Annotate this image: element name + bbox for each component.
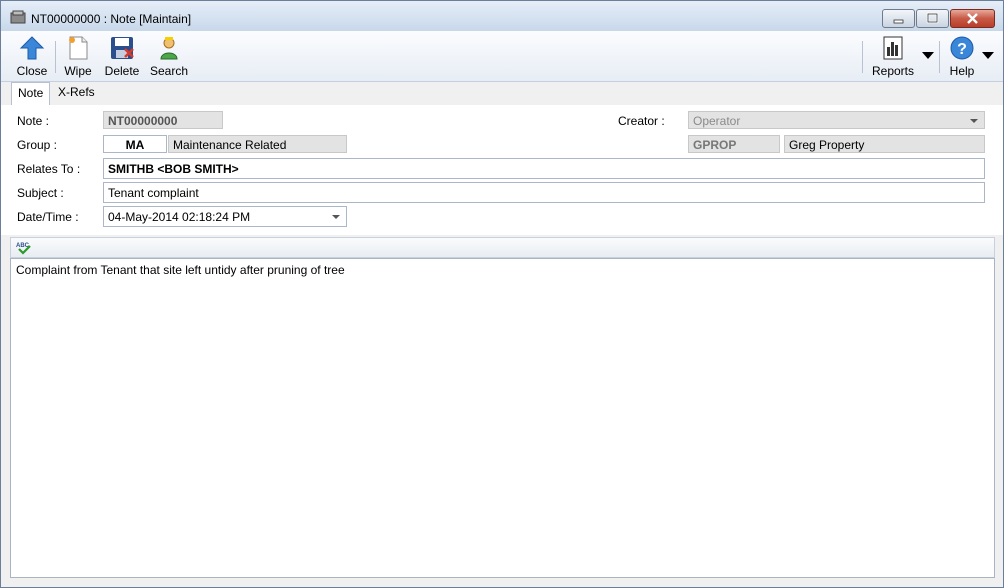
note-text-area[interactable]: Complaint from Tenant that site left unt…: [10, 258, 995, 578]
window-controls: [881, 9, 995, 28]
help-button-label: Help: [949, 64, 975, 78]
datetime-value: 04-May-2014 02:18:24 PM: [108, 210, 251, 224]
reports-button-label: Reports: [871, 64, 915, 78]
note-text: Complaint from Tenant that site left unt…: [16, 263, 345, 277]
datetime-picker[interactable]: 04-May-2014 02:18:24 PM: [103, 206, 347, 227]
toolbar-separator: [55, 41, 56, 73]
search-button[interactable]: Search: [149, 33, 189, 79]
report-icon: [883, 36, 903, 60]
help-button[interactable]: ? Help: [947, 33, 977, 79]
note-form: Note : NT00000000 Creator : Operator Gro…: [1, 105, 1003, 235]
restore-button[interactable]: [916, 9, 949, 28]
reports-button[interactable]: Reports: [869, 33, 917, 79]
creator-select[interactable]: Operator: [688, 111, 985, 129]
title-bar: NT00000000 : Note [Maintain]: [1, 1, 1003, 31]
restore-icon: [926, 12, 939, 24]
close-button[interactable]: Close: [14, 33, 50, 79]
group-description-field: Maintenance Related: [168, 135, 347, 153]
tab-x-refs[interactable]: X-Refs: [52, 82, 101, 104]
creator-name-field: Greg Property: [784, 135, 985, 153]
search-button-label: Search: [149, 64, 189, 78]
wipe-button[interactable]: Wipe: [61, 33, 95, 79]
chevron-down-icon: [970, 119, 978, 123]
creator-select-value: Operator: [693, 114, 741, 128]
minimize-button[interactable]: [882, 9, 915, 28]
chevron-down-icon: [332, 215, 340, 219]
tab-note[interactable]: Note: [11, 82, 51, 106]
window-title: NT00000000 : Note [Maintain]: [31, 12, 192, 26]
close-button-label: Close: [16, 64, 48, 78]
minimize-icon: [893, 19, 904, 24]
subject-field[interactable]: Tenant complaint: [103, 182, 985, 203]
delete-button-label: Delete: [104, 64, 140, 78]
close-icon: [967, 13, 978, 24]
wipe-button-label: Wipe: [64, 64, 92, 78]
close-window-button[interactable]: [950, 9, 995, 28]
creator-label: Creator :: [618, 114, 665, 128]
floppy-delete-icon: [111, 37, 134, 59]
person-search-icon: [160, 37, 178, 60]
memo-toolbar: ABC: [10, 237, 995, 258]
help-dropdown-icon[interactable]: [982, 52, 994, 59]
group-label: Group :: [17, 138, 58, 152]
spellcheck-icon[interactable]: ABC: [16, 240, 32, 255]
up-arrow-icon: [19, 36, 45, 60]
datetime-label: Date/Time :: [17, 210, 79, 224]
reports-dropdown-icon[interactable]: [922, 52, 934, 59]
toolbar-separator: [939, 41, 940, 73]
note-number-field: NT00000000: [103, 111, 223, 129]
relates-to-field[interactable]: SMITHB <BOB SMITH>: [103, 158, 985, 179]
creator-code-field: GPROP: [688, 135, 780, 153]
blank-page-icon: [69, 36, 88, 60]
note-window: NT00000000 : Note [Maintain] Close Wipe …: [0, 0, 1004, 588]
toolbar-separator: [862, 41, 863, 73]
group-code-field[interactable]: MA: [103, 135, 167, 153]
toolbar: Close Wipe Delete Search Reports ? Help: [1, 31, 1003, 82]
subject-label: Subject :: [17, 186, 64, 200]
delete-button[interactable]: Delete: [103, 33, 141, 79]
svg-text:?: ?: [957, 41, 967, 58]
help-icon: ?: [950, 36, 974, 60]
note-label: Note :: [17, 114, 50, 128]
tab-strip: Note X-Refs: [1, 82, 1003, 106]
note-app-icon: [10, 10, 26, 24]
relates-to-label: Relates To :: [17, 162, 81, 176]
